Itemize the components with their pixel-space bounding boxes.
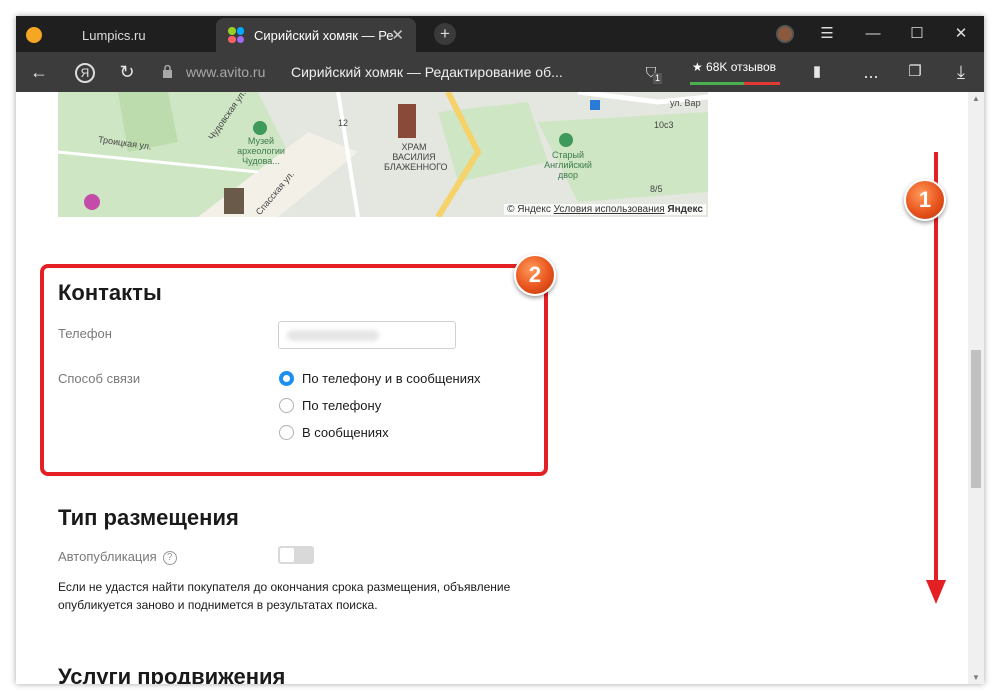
address-title[interactable]: Сирийский хомяк — Редактирование об... xyxy=(291,64,563,80)
minimize-icon[interactable]: — xyxy=(850,16,896,52)
help-icon[interactable]: ? xyxy=(162,550,177,565)
map-label-10c3: 10с3 xyxy=(654,120,674,130)
map-graphic xyxy=(58,92,708,217)
maximize-icon[interactable]: ☐ xyxy=(894,16,940,52)
contacts-highlight-frame xyxy=(40,264,548,476)
autopublish-label-text: Автопубликация xyxy=(58,549,157,564)
map-copyright-text: © Яндекс xyxy=(507,204,551,215)
lock-icon xyxy=(163,65,172,78)
tab-lumpics[interactable]: Lumpics.ru xyxy=(16,18,216,52)
map-terms-link[interactable]: Условия использования xyxy=(554,204,665,215)
tab-avito[interactable]: Сирийский хомяк — Ре ✕ xyxy=(216,18,416,52)
shield-count-badge: 1 xyxy=(653,73,663,84)
avito-favicon-icon xyxy=(228,27,244,43)
tab-label: Сирийский хомяк — Ре xyxy=(254,27,394,43)
scroll-down-arrow-icon[interactable]: ▼ xyxy=(968,673,984,682)
download-icon[interactable]: ⤓ xyxy=(944,52,978,92)
map-label-yard: Старый Английский двор xyxy=(544,150,592,180)
map-label-var: ул. Вар xyxy=(670,98,701,108)
profile-avatar[interactable] xyxy=(776,25,794,43)
new-tab-button[interactable]: + xyxy=(434,23,456,45)
vertical-scrollbar[interactable]: ▲ ▼ xyxy=(968,92,984,684)
map-label-8-5: 8/5 xyxy=(650,184,663,194)
scroll-thumb[interactable] xyxy=(971,350,981,488)
autopublish-description: Если не удастся найти покупателя до окон… xyxy=(58,580,511,612)
yandex-logo-icon[interactable]: Я xyxy=(68,52,102,92)
map-label-museum: Музей археологии Чудова... xyxy=(237,136,285,166)
step-1-badge: 1 xyxy=(904,179,946,221)
scroll-down-arrow-head xyxy=(926,580,946,604)
reload-icon[interactable]: ↻ xyxy=(110,52,144,92)
step-2-badge: 2 xyxy=(514,254,556,296)
tab-label: Lumpics.ru xyxy=(82,27,146,43)
map-brand: Яндекс xyxy=(667,204,703,215)
close-tab-icon[interactable]: ✕ xyxy=(391,26,404,44)
yandex-map[interactable]: Троицкая ул. Чудовская ул. Спасская ул. … xyxy=(58,92,708,217)
back-arrow-icon[interactable]: ← xyxy=(22,52,56,92)
promotion-title: Услуги продвижения xyxy=(58,664,286,684)
reviews-rating-bar xyxy=(690,82,780,85)
address-domain[interactable]: www.avito.ru xyxy=(186,64,265,80)
lumpics-favicon-icon xyxy=(26,27,42,43)
map-label-12: 12 xyxy=(338,118,349,128)
map-label-church: ХРАМ ВАСИЛИЯ БЛАЖЕННОГО xyxy=(384,142,448,172)
toggle-knob xyxy=(280,548,294,562)
collections-icon[interactable]: ❐ xyxy=(898,52,932,92)
autopublish-toggle[interactable] xyxy=(278,546,314,564)
placement-title: Тип размещения xyxy=(58,505,239,530)
close-window-icon[interactable]: ✕ xyxy=(938,16,984,52)
bookmark-icon[interactable]: ▮ xyxy=(800,52,834,92)
more-button[interactable]: ... xyxy=(854,52,888,92)
scroll-up-arrow-icon[interactable]: ▲ xyxy=(968,94,984,103)
reviews-button[interactable]: ★ 68K отзывов xyxy=(688,60,780,82)
title-bar: Lumpics.ru Сирийский хомяк — Ре ✕ + ☰ — … xyxy=(16,16,984,52)
protect-shield-icon[interactable]: ⛉ 1 xyxy=(634,52,668,92)
map-copyright: © Яндекс Условия использования Яндекс xyxy=(504,204,706,215)
menu-icon[interactable]: ☰ xyxy=(804,16,850,52)
autopublish-label: Автопубликация? xyxy=(58,549,177,565)
navigation-bar: ← Я ↻ www.avito.ru Сирийский хомяк — Ред… xyxy=(16,52,984,92)
